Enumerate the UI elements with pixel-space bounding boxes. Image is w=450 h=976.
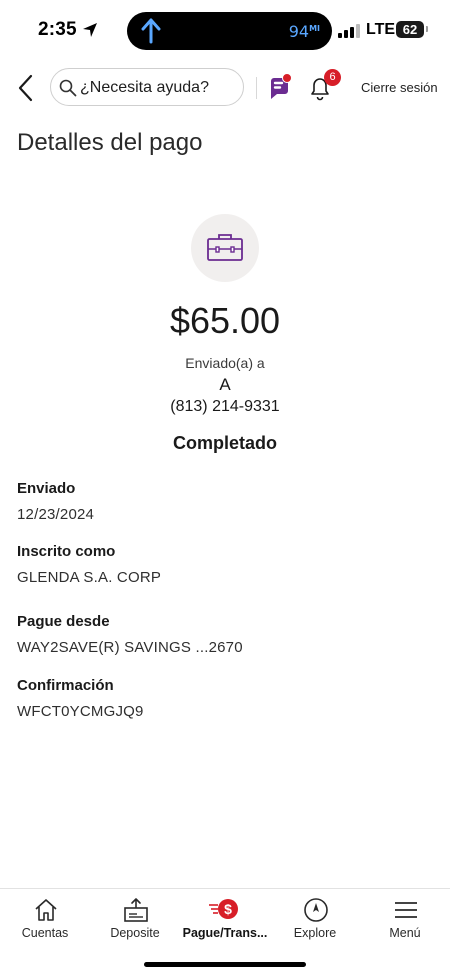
nav-label-menu: Menú xyxy=(389,926,421,940)
location-arrow-icon xyxy=(83,23,97,37)
battery-cap xyxy=(426,26,428,32)
briefcase-icon xyxy=(207,234,243,261)
status-time: 2:35 xyxy=(38,19,77,40)
confirmation-value: WFCT0YCMGJQ9 xyxy=(17,703,144,720)
svg-text:$: $ xyxy=(224,901,232,917)
sent-date-label: Enviado xyxy=(17,480,76,497)
confirmation-label: Confirmación xyxy=(17,677,114,694)
battery-icon: 62 xyxy=(396,21,424,38)
home-indicator[interactable] xyxy=(144,962,306,967)
logout-link[interactable]: Cierre sesión xyxy=(361,80,438,95)
payment-status: Completado xyxy=(172,433,277,453)
payment-amount: $65.00 xyxy=(169,300,281,341)
notification-count-badge: 6 xyxy=(324,69,341,86)
enrolled-as-label: Inscrito como xyxy=(17,543,116,560)
payee-icon-circle xyxy=(191,214,259,282)
fargo-assistant-icon[interactable] xyxy=(265,73,293,101)
nav-item-menu[interactable]: Menú xyxy=(360,889,450,949)
home-icon xyxy=(35,899,57,921)
deposit-icon xyxy=(124,898,148,922)
recipient-phone: (813) 214-9331 xyxy=(170,398,280,415)
recipient-name: A xyxy=(219,375,231,394)
cellular-signal-icon xyxy=(338,24,360,38)
navigation-arrow-icon xyxy=(141,18,161,44)
status-bar: 2:35 94MI LTE 62 xyxy=(0,0,450,62)
pay-from-value: WAY2SAVE(R) SAVINGS ...2670 xyxy=(17,639,243,656)
search-icon xyxy=(59,79,77,97)
sent-date-value: 12/23/2024 xyxy=(17,506,95,523)
enrolled-as-value: GLENDA S.A. CORP xyxy=(17,569,162,586)
pay-from-label: Pague desde xyxy=(17,613,110,630)
page-title: Detalles del pago xyxy=(17,129,203,156)
nav-item-deposit[interactable]: Deposite xyxy=(90,889,180,949)
nav-item-explore[interactable]: Explore xyxy=(270,889,360,949)
compass-icon xyxy=(304,898,328,922)
nav-label-pay-transfer: Pague/Trans... xyxy=(182,926,268,940)
nav-item-pay-transfer[interactable]: $ Pague/Trans... xyxy=(180,889,270,949)
search-divider xyxy=(256,77,257,99)
dynamic-island: 94MI xyxy=(127,12,332,50)
network-type: LTE xyxy=(366,21,396,38)
nav-label-explore: Explore xyxy=(293,926,337,940)
search-input[interactable]: ¿Necesita ayuda? xyxy=(80,79,209,97)
back-chevron-icon[interactable] xyxy=(14,72,38,104)
pay-transfer-icon: $ xyxy=(209,899,238,919)
menu-icon xyxy=(395,902,417,918)
island-distance: 94MI xyxy=(288,22,320,41)
sent-to-label: Enviado(a) a xyxy=(185,355,265,371)
nav-label-accounts: Cuentas xyxy=(21,926,69,940)
help-search-bar[interactable]: ¿Necesita ayuda? xyxy=(50,68,292,106)
nav-label-deposit: Deposite xyxy=(110,926,160,940)
nav-item-accounts[interactable]: Cuentas xyxy=(0,889,90,949)
